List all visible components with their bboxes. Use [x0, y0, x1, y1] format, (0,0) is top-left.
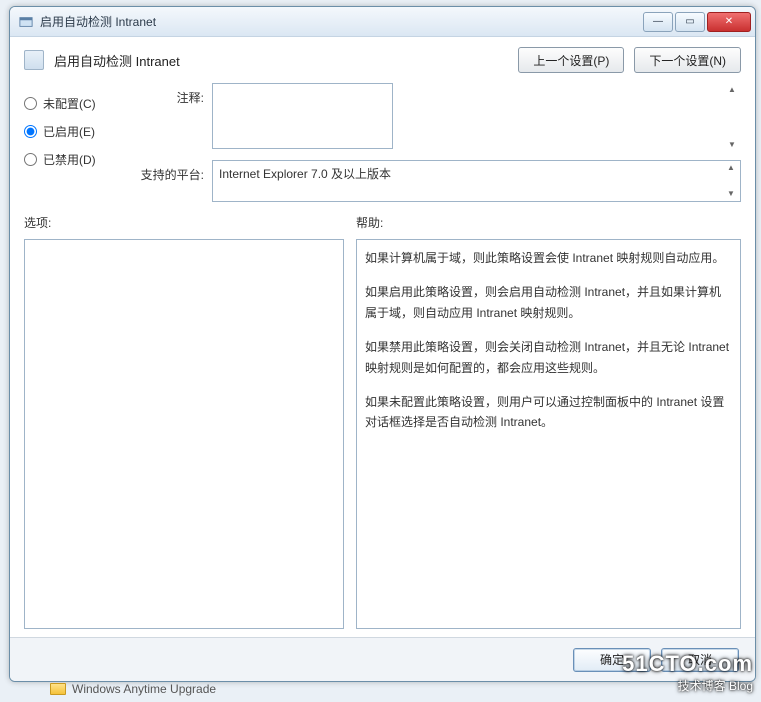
- ok-button[interactable]: 确定: [573, 648, 651, 672]
- radio-not-configured[interactable]: 未配置(C): [24, 89, 122, 117]
- platform-scroll-arrows: ▲ ▼: [724, 163, 738, 199]
- header-row: 启用自动检测 Intranet 上一个设置(P) 下一个设置(N): [10, 37, 755, 79]
- platform-row: 支持的平台: Internet Explorer 7.0 及以上版本 ▲ ▼: [134, 160, 741, 202]
- platform-box: Internet Explorer 7.0 及以上版本 ▲ ▼: [212, 160, 741, 202]
- radio-disabled[interactable]: 已禁用(D): [24, 145, 122, 173]
- radio-not-configured-input[interactable]: [24, 97, 37, 110]
- comment-row: 注释: ▲ ▼: [134, 83, 741, 152]
- panels: 如果计算机属于域，则此策略设置会使 Intranet 映射规则自动应用。 如果启…: [10, 235, 755, 637]
- help-paragraph: 如果启用此策略设置，则会启用自动检测 Intranet，并且如果计算机属于域，则…: [365, 282, 732, 323]
- radio-enabled-label: 已启用(E): [43, 123, 95, 140]
- comment-label: 注释:: [134, 83, 204, 152]
- comment-textarea[interactable]: [212, 83, 393, 149]
- up-arrow-icon[interactable]: ▲: [725, 85, 739, 95]
- setting-title: 启用自动检测 Intranet: [54, 51, 508, 70]
- taskbar-item-label: Windows Anytime Upgrade: [72, 682, 216, 696]
- kv-column: 注释: ▲ ▼ 支持的平台: Internet Explorer 7.0 及以上…: [134, 83, 741, 202]
- options-panel: [24, 239, 344, 629]
- minimize-button[interactable]: —: [643, 12, 673, 32]
- help-paragraph: 如果未配置此策略设置，则用户可以通过控制面板中的 Intranet 设置对话框选…: [365, 392, 732, 433]
- close-button[interactable]: ✕: [707, 12, 751, 32]
- dialog-window: 启用自动检测 Intranet — ▭ ✕ 启用自动检测 Intranet 上一…: [9, 6, 756, 682]
- footer: 确定 取消: [10, 637, 755, 681]
- state-radio-group: 未配置(C) 已启用(E) 已禁用(D): [24, 83, 122, 202]
- comment-scroll-arrows: ▲ ▼: [725, 85, 739, 150]
- down-arrow-icon[interactable]: ▼: [725, 140, 739, 150]
- maximize-button[interactable]: ▭: [675, 12, 705, 32]
- prev-setting-button[interactable]: 上一个设置(P): [518, 47, 624, 73]
- next-setting-button[interactable]: 下一个设置(N): [634, 47, 741, 73]
- cancel-button[interactable]: 取消: [661, 648, 739, 672]
- app-icon: [18, 14, 34, 30]
- mid-labels: 选项: 帮助:: [10, 204, 755, 235]
- radio-not-configured-label: 未配置(C): [43, 95, 96, 112]
- window-title: 启用自动检测 Intranet: [40, 13, 643, 30]
- help-paragraph: 如果禁用此策略设置，则会关闭自动检测 Intranet，并且无论 Intrane…: [365, 337, 732, 378]
- radio-disabled-label: 已禁用(D): [43, 151, 96, 168]
- config-area: 未配置(C) 已启用(E) 已禁用(D) 注释: ▲ ▼: [10, 79, 755, 204]
- radio-disabled-input[interactable]: [24, 153, 37, 166]
- up-arrow-icon[interactable]: ▲: [724, 163, 738, 173]
- folder-icon: [50, 683, 66, 695]
- titlebar: 启用自动检测 Intranet — ▭ ✕: [10, 7, 755, 37]
- down-arrow-icon[interactable]: ▼: [724, 189, 738, 199]
- help-paragraph: 如果计算机属于域，则此策略设置会使 Intranet 映射规则自动应用。: [365, 248, 732, 268]
- help-panel: 如果计算机属于域，则此策略设置会使 Intranet 映射规则自动应用。 如果启…: [356, 239, 741, 629]
- options-label: 选项:: [24, 214, 344, 231]
- platform-value: Internet Explorer 7.0 及以上版本: [219, 167, 391, 181]
- radio-enabled-input[interactable]: [24, 125, 37, 138]
- radio-enabled[interactable]: 已启用(E): [24, 117, 122, 145]
- platform-label: 支持的平台:: [134, 160, 204, 202]
- window-controls: — ▭ ✕: [643, 12, 755, 32]
- taskbar-item[interactable]: Windows Anytime Upgrade: [50, 682, 216, 696]
- help-label: 帮助:: [356, 214, 741, 231]
- policy-icon: [24, 50, 44, 70]
